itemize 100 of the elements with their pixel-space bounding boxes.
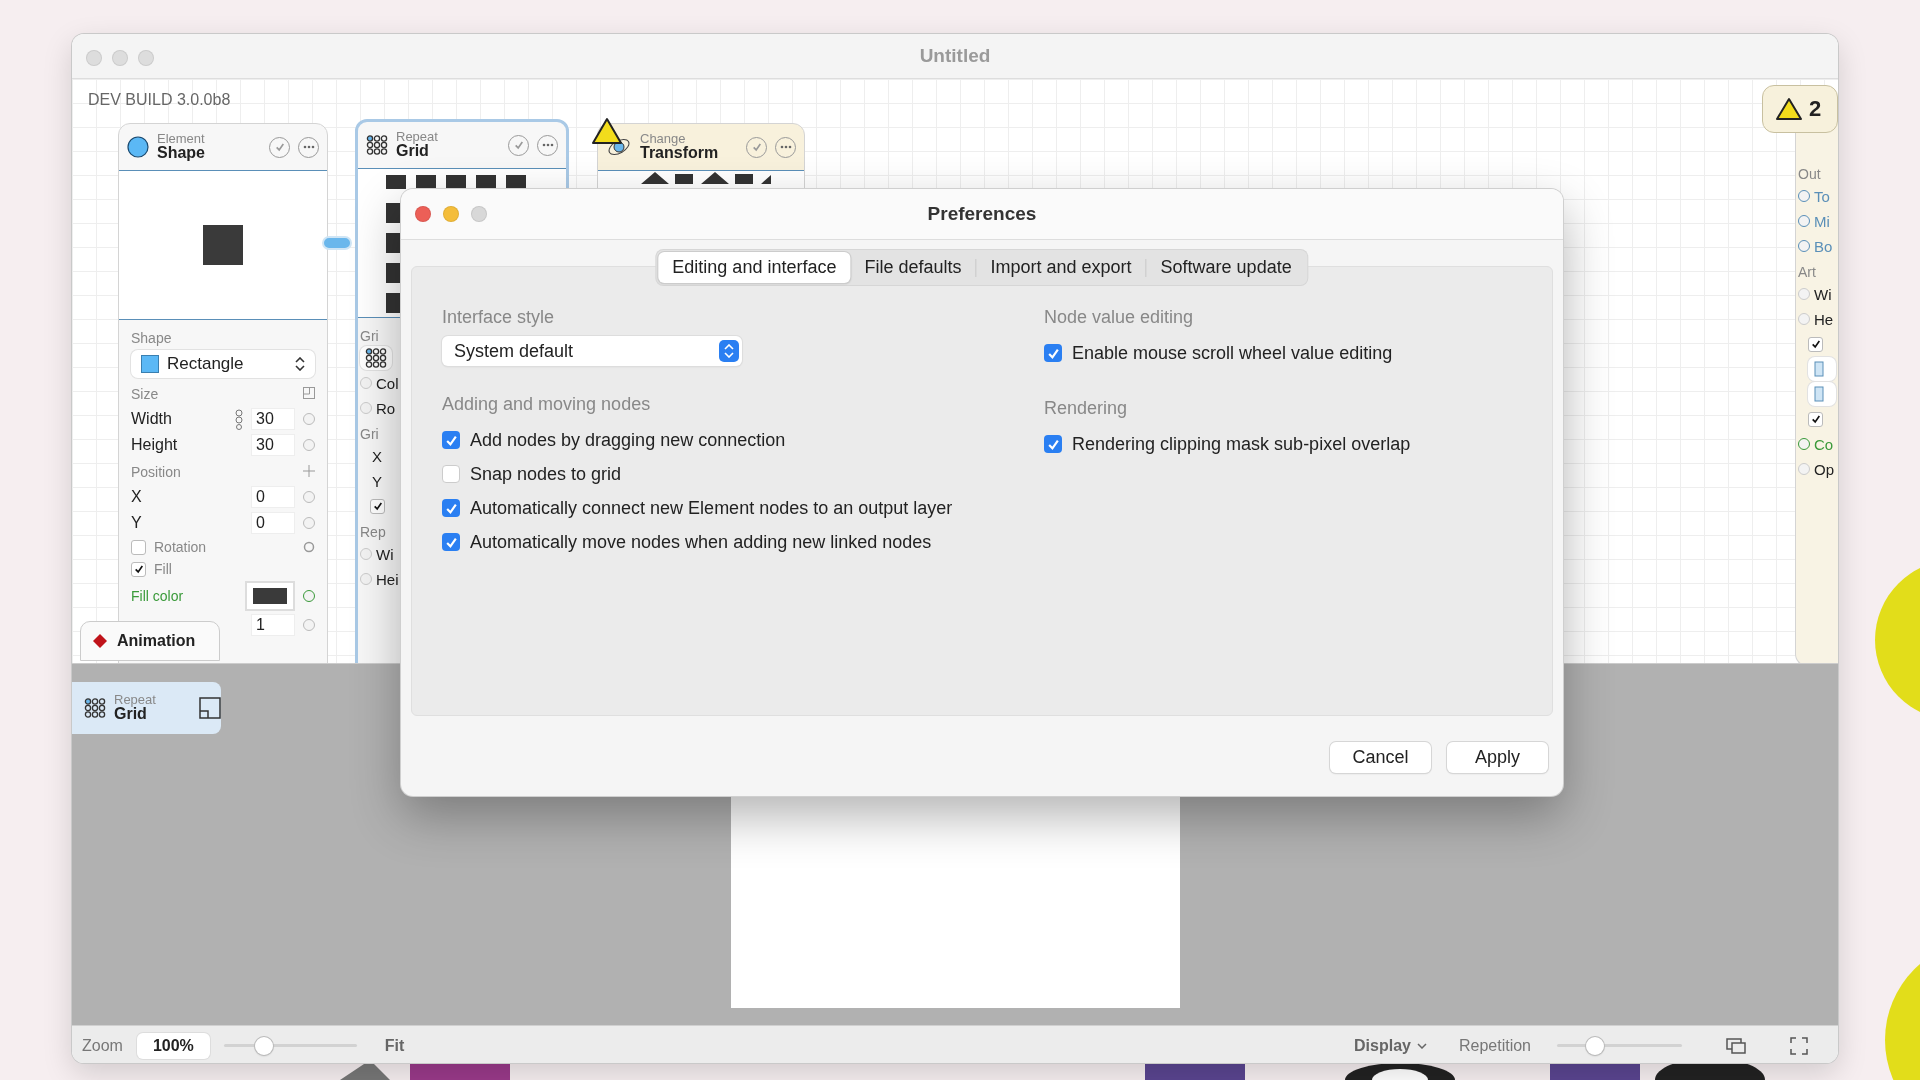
input-port[interactable] xyxy=(1798,313,1810,325)
checkmark-icon xyxy=(444,535,458,549)
output-port[interactable] xyxy=(303,590,315,602)
repeat-type-select[interactable] xyxy=(360,346,392,370)
link-chain-icon[interactable] xyxy=(235,408,243,430)
fit-button[interactable]: Fit xyxy=(384,1037,405,1055)
checkbox-option[interactable]: Enable mouse scroll wheel value editing xyxy=(1044,336,1393,370)
toggle-label: Rotation xyxy=(154,539,208,555)
checkbox[interactable] xyxy=(1808,411,1823,427)
zoom-button[interactable] xyxy=(471,206,487,222)
input-port[interactable] xyxy=(1798,215,1810,227)
repetition-label: Repetition xyxy=(1458,1037,1531,1055)
checkbox[interactable] xyxy=(442,431,460,449)
input-port[interactable] xyxy=(1798,438,1810,450)
property-label: Col xyxy=(376,374,399,392)
dialog-button[interactable]: Apply xyxy=(1447,742,1548,773)
checkmark-icon xyxy=(1046,346,1060,360)
connection-link[interactable] xyxy=(322,236,352,250)
value-field[interactable]: 30 xyxy=(251,408,295,430)
settings-tab[interactable]: Editing and interface xyxy=(658,252,851,283)
input-port[interactable] xyxy=(360,377,372,389)
minimize-button[interactable] xyxy=(443,206,459,222)
property-label: Op xyxy=(1814,460,1834,478)
input-port[interactable] xyxy=(1798,288,1810,300)
interface-style-select[interactable]: System default xyxy=(442,336,742,366)
minimize-button[interactable] xyxy=(112,50,128,66)
checkbox[interactable] xyxy=(1808,336,1823,352)
value-field[interactable]: 0 xyxy=(251,512,295,534)
fullscreen-icon[interactable] xyxy=(1790,1037,1808,1055)
property-label: Wi xyxy=(1814,285,1832,303)
settings-tab[interactable]: Software update xyxy=(1146,252,1306,283)
input-port[interactable] xyxy=(1798,240,1810,252)
dialog-button[interactable]: Cancel xyxy=(1330,742,1431,773)
warning-badge[interactable]: 2 xyxy=(1762,85,1838,133)
option-button[interactable] xyxy=(1808,357,1836,381)
settings-tab[interactable]: Import and export xyxy=(976,252,1146,283)
checkbox-option[interactable]: Rendering clipping mask sub-pixel overlap xyxy=(1044,427,1411,461)
panel-icon[interactable] xyxy=(199,697,221,719)
value-field[interactable]: 30 xyxy=(251,434,295,456)
property-label: Bo xyxy=(1814,237,1833,255)
zoom-slider[interactable] xyxy=(223,1036,357,1056)
node-title: Shape xyxy=(157,145,206,163)
checkbox[interactable] xyxy=(1044,344,1062,362)
chevron-down-icon[interactable] xyxy=(1416,1043,1427,1049)
output-port[interactable] xyxy=(303,413,315,425)
repetition-slider[interactable] xyxy=(1557,1036,1682,1056)
zoom-field[interactable]: 100% xyxy=(136,1033,210,1059)
value-field[interactable]: 1 xyxy=(251,614,295,636)
input-port[interactable] xyxy=(1798,190,1810,202)
checkbox-option[interactable]: Snap nodes to grid xyxy=(442,457,622,491)
close-button[interactable] xyxy=(415,206,431,222)
value-field[interactable]: 0 xyxy=(251,486,295,508)
node-category: Change xyxy=(640,131,687,146)
settings-tab[interactable]: File defaults xyxy=(850,252,976,283)
input-port[interactable] xyxy=(360,402,372,414)
checkmark-icon xyxy=(274,142,285,152)
checkbox[interactable] xyxy=(131,561,146,577)
screens-icon[interactable] xyxy=(1726,1038,1746,1054)
zoom-label: Zoom xyxy=(82,1037,123,1055)
input-port[interactable] xyxy=(360,573,372,585)
square-preview-drawing xyxy=(203,225,243,265)
section-label: Rep xyxy=(360,524,386,540)
zoom-button[interactable] xyxy=(138,50,154,66)
checkmark-icon xyxy=(513,140,524,150)
checkbox[interactable] xyxy=(442,465,460,483)
input-port[interactable] xyxy=(360,548,372,560)
output-port[interactable] xyxy=(303,439,315,451)
checkbox[interactable] xyxy=(442,533,460,551)
section-label: Art xyxy=(1798,264,1816,280)
display-menu[interactable]: Display xyxy=(1354,1037,1411,1055)
property-label: Hei xyxy=(376,570,399,588)
output-port[interactable] xyxy=(303,619,315,631)
slider-thumb[interactable] xyxy=(1585,1037,1604,1055)
section-heading: Rendering xyxy=(1044,398,1129,419)
color-well[interactable] xyxy=(245,581,295,611)
section-label: Out xyxy=(1798,166,1821,182)
window-title: Untitled xyxy=(919,45,991,67)
property-label: To xyxy=(1814,187,1830,205)
option-button[interactable] xyxy=(1808,382,1836,406)
checkbox[interactable] xyxy=(370,498,385,514)
checkbox[interactable] xyxy=(442,499,460,517)
output-port[interactable] xyxy=(303,491,315,503)
checkbox-option[interactable]: Add nodes by dragging new connection xyxy=(442,423,786,457)
grid-dots-icon xyxy=(365,348,387,368)
input-port[interactable] xyxy=(1798,463,1810,475)
output-port[interactable] xyxy=(303,517,315,529)
checkbox[interactable] xyxy=(131,539,146,555)
animation-tab[interactable]: Animation xyxy=(80,621,220,661)
warning-icon[interactable] xyxy=(591,117,623,145)
checkbox[interactable] xyxy=(1044,435,1062,453)
property-label: Wi xyxy=(376,545,394,563)
slider-thumb[interactable] xyxy=(254,1037,273,1055)
checkbox-option[interactable]: Automatically move nodes when adding new linked nodes xyxy=(442,525,932,559)
checkbox-option[interactable]: Automatically connect new Element nodes to an output layer xyxy=(442,491,953,525)
property-label: Y xyxy=(371,472,382,490)
shape-select[interactable]: Rectangle xyxy=(131,350,315,378)
node-chip[interactable]: Repeat Grid xyxy=(72,682,221,734)
node-title: Grid xyxy=(114,706,147,724)
move-icon[interactable] xyxy=(303,465,315,477)
aspect-icon[interactable] xyxy=(303,387,315,399)
